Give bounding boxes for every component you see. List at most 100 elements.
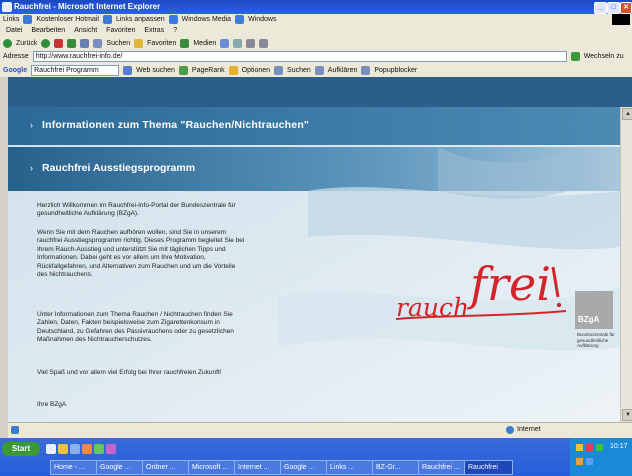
print-icon[interactable] <box>246 38 256 48</box>
google-logo[interactable]: Google <box>3 67 27 74</box>
refresh-icon[interactable] <box>67 38 77 48</box>
tray-clock[interactable]: 10:17 <box>610 443 628 450</box>
tray-volume-icon[interactable] <box>576 444 583 451</box>
close-button[interactable]: ✕ <box>620 2 632 14</box>
page-status-icon <box>11 426 19 434</box>
logo-swoosh-icon <box>395 266 567 320</box>
internet-zone-label: Internet <box>517 426 541 433</box>
back-arrow-icon[interactable] <box>3 38 12 48</box>
link-windows-media[interactable]: Windows Media <box>182 16 231 23</box>
task-button[interactable]: BZ-Gr... <box>372 460 421 475</box>
menu-ansicht[interactable]: Ansicht <box>74 27 97 34</box>
minimize-button[interactable]: _ <box>594 2 607 14</box>
task-button[interactable]: Ordner ... <box>142 460 191 475</box>
pagerank-icon <box>178 65 188 75</box>
link-hotmail[interactable]: Kostenloser Hotmail <box>36 16 99 23</box>
address-input[interactable]: http://www.rauchfrei-info.de/ <box>32 51 567 62</box>
media-button[interactable]: Medien <box>193 40 216 47</box>
go-button[interactable]: Wechseln zu <box>584 53 624 60</box>
link-icon <box>102 15 112 24</box>
popup-blocker-icon[interactable] <box>361 65 371 75</box>
favorites-star-icon[interactable] <box>134 38 144 48</box>
banner1-arrow-icon: › <box>30 120 33 130</box>
menu-extras[interactable]: Extras <box>144 27 164 34</box>
history-icon[interactable] <box>220 38 230 48</box>
link-windows[interactable]: Windows <box>248 16 276 23</box>
windows-flag-logo <box>612 14 630 25</box>
intro-paragraph: Herzlich Willkommen im Rauchfrei-Info-Po… <box>37 202 236 218</box>
google-search-icon[interactable] <box>274 65 284 75</box>
search-button[interactable]: Suchen <box>106 40 130 47</box>
stop-icon[interactable] <box>54 38 64 48</box>
bzga-full-name: Bundeszentrale für gesundheitliche Aufkl… <box>577 332 615 348</box>
signature-text: Ihre BZgA <box>37 401 67 408</box>
quicklaunch-folder-icon[interactable] <box>58 444 68 454</box>
quicklaunch-media-icon[interactable] <box>82 444 92 454</box>
quicklaunch-ie-icon[interactable] <box>46 444 56 454</box>
options-icon[interactable] <box>228 65 238 75</box>
link-links-anpassen[interactable]: Links anpassen <box>116 16 165 23</box>
ie-icon <box>2 2 12 12</box>
favorites-button[interactable]: Favoriten <box>147 40 176 47</box>
media-icon[interactable] <box>180 38 190 48</box>
google-web-search-button[interactable]: Web suchen <box>136 67 175 74</box>
google-popupblocker[interactable]: Popupblocker <box>374 67 417 74</box>
start-button[interactable]: Start <box>2 442 40 456</box>
scroll-down-arrow-icon[interactable]: ▼ <box>622 409 632 421</box>
task-button[interactable]: Rauchfrei ... <box>418 460 467 475</box>
task-button[interactable]: Google ... <box>96 460 145 475</box>
back-button[interactable]: Zurück <box>16 40 37 47</box>
tray-app-icon[interactable] <box>586 458 593 465</box>
tray-app-icon[interactable] <box>576 458 583 465</box>
forward-arrow-icon[interactable] <box>41 38 51 48</box>
closing-paragraph: Viel Spaß und vor allem viel Erfolg bei … <box>37 369 222 376</box>
menu-help[interactable]: ? <box>173 27 177 34</box>
vertical-scrollbar[interactable]: ▲ ▼ <box>620 107 632 422</box>
status-bar: Internet <box>8 422 632 438</box>
window-titlebar[interactable]: Rauchfrei - Microsoft Internet Explorer … <box>0 0 632 14</box>
google-options[interactable]: Optionen <box>242 67 270 74</box>
go-arrow-icon[interactable] <box>570 52 580 61</box>
menu-bearbeiten[interactable]: Bearbeiten <box>31 27 65 34</box>
web-search-icon[interactable] <box>123 65 133 75</box>
google-aufklaeren[interactable]: Aufklären <box>328 67 358 74</box>
quicklaunch-messenger-icon[interactable] <box>106 444 116 454</box>
banner2-arrow-icon: › <box>30 163 33 173</box>
menu-favoriten[interactable]: Favoriten <box>106 27 135 34</box>
internet-zone-icon <box>506 426 514 434</box>
address-label: Adresse <box>3 53 29 60</box>
info-paragraph: Unter Informationen zum Thema Rauchen / … <box>37 311 234 344</box>
maximize-button[interactable]: □ <box>607 2 620 14</box>
web-page-content: › Informationen zum Thema "Rauchen/Nicht… <box>8 107 620 422</box>
task-button[interactable]: Microsoft ... <box>188 460 237 475</box>
info-banner-title[interactable]: Informationen zum Thema "Rauchen/Nichtra… <box>42 119 309 131</box>
edit-icon[interactable] <box>259 38 269 48</box>
google-toolbar: Google Rauchfrei Programm Web suchen Pag… <box>0 63 632 78</box>
task-button[interactable]: Internet ... <box>234 460 283 475</box>
task-button[interactable]: Google ... <box>280 460 329 475</box>
address-bar: Adresse http://www.rauchfrei-info.de/ We… <box>0 50 632 64</box>
bzga-logo: BZgA <box>575 291 613 329</box>
tray-network-icon[interactable] <box>596 444 603 451</box>
task-button-active[interactable]: Rauchfrei <box>464 460 513 475</box>
highlight-icon[interactable] <box>314 65 324 75</box>
mail-icon[interactable] <box>233 38 243 48</box>
system-tray: 10:17 <box>570 438 632 476</box>
google-search-input[interactable]: Rauchfrei Programm <box>31 64 120 76</box>
link-icon <box>168 15 178 24</box>
quicklaunch-desktop-icon[interactable] <box>70 444 80 454</box>
google-suchen[interactable]: Suchen <box>287 67 311 74</box>
home-icon[interactable] <box>80 38 90 48</box>
pagerank-label: PageRank <box>191 66 225 74</box>
tray-security-icon[interactable] <box>586 444 593 451</box>
page-top-strip <box>8 77 632 107</box>
nav-toolbar: Zurück Suchen Favoriten Medien <box>0 36 632 51</box>
menu-datei[interactable]: Datei <box>6 27 22 34</box>
program-banner-title[interactable]: Rauchfrei Ausstiegsprogramm <box>42 162 195 174</box>
task-button[interactable]: Links ... <box>326 460 375 475</box>
task-button[interactable]: Home - ... <box>50 460 99 475</box>
quicklaunch-app-icon[interactable] <box>94 444 104 454</box>
search-icon[interactable] <box>93 38 103 48</box>
link-icon <box>235 15 245 24</box>
scroll-up-arrow-icon[interactable]: ▲ <box>622 108 632 120</box>
